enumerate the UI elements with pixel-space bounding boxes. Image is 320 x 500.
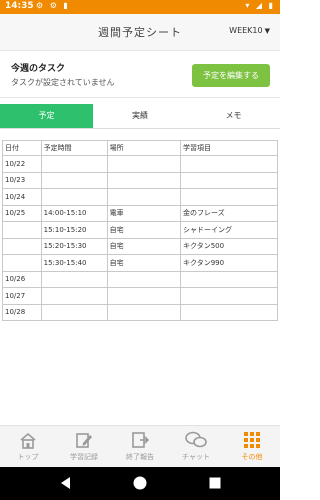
cell-time: [40, 155, 108, 173]
cell-subject: [180, 188, 278, 206]
status-icons-left: ⚙ ⚙ ▮: [36, 1, 70, 10]
cell-place: [106, 188, 182, 206]
cell-subject: [180, 270, 278, 288]
nav-item-report[interactable]: 終了報告: [112, 430, 168, 462]
edit-schedule-button[interactable]: 予定を編集する: [192, 64, 270, 87]
cell-subject: キクタン500: [180, 237, 278, 255]
home-icon: [0, 430, 56, 450]
recents-icon[interactable]: [207, 475, 223, 495]
cell-time: 14:00-15:10: [40, 204, 108, 222]
tab-memo[interactable]: メモ: [187, 104, 280, 128]
status-icons-right: ▾ ◢ ▮: [245, 1, 275, 10]
cell-time: [40, 188, 108, 206]
cell-place: [106, 287, 182, 305]
cell-time: [40, 171, 108, 189]
column-header-place: 場所: [106, 140, 182, 156]
cell-time: [40, 287, 108, 305]
cell-date: 10/22: [2, 155, 42, 173]
cell-subject: キクタン990: [180, 254, 278, 272]
caret-down-icon: ▼: [264, 27, 270, 35]
cell-place: 自宅: [106, 237, 182, 255]
week-label: WEEK10: [229, 26, 263, 35]
nav-label-top: トップ: [17, 453, 39, 461]
tab-schedule[interactable]: 予定: [0, 104, 93, 128]
cell-time: 15:30-15:40: [40, 254, 108, 272]
nav-item-study-log[interactable]: 学習記録: [56, 430, 112, 462]
cell-subject: [180, 287, 278, 305]
edit-note-icon: [56, 430, 112, 450]
cell-time: [40, 303, 108, 321]
grid-icon: [224, 430, 280, 450]
cell-date: [2, 254, 42, 272]
nav-item-chat[interactable]: チャット: [168, 430, 224, 462]
nav-label-other: その他: [241, 453, 263, 461]
cell-subject: シャドーイング: [180, 221, 278, 239]
bottom-nav: トップ 学習記録 終了報告 チャット その他: [0, 425, 280, 468]
cell-time: [40, 270, 108, 288]
table-row: 10/22: [2, 155, 278, 173]
home-button-icon[interactable]: [132, 475, 148, 495]
week-selector[interactable]: WEEK10 ▼: [229, 26, 270, 35]
cell-place: [106, 303, 182, 321]
column-header-time: 予定時間: [40, 140, 108, 156]
app-bar: 週間予定シート WEEK10 ▼: [0, 14, 280, 51]
table-row: 10/24: [2, 188, 278, 206]
cell-date: 10/27: [2, 287, 42, 305]
back-icon[interactable]: [58, 475, 74, 495]
table-row: 15:30-15:40 自宅 キクタン990: [2, 254, 278, 272]
column-header-subject: 学習項目: [180, 140, 278, 156]
cell-date: [2, 221, 42, 239]
cell-place: 電車: [106, 204, 182, 222]
table-row: 10/25 14:00-15:10 電車 金のフレーズ: [2, 204, 278, 222]
task-title: 今週のタスク: [11, 64, 66, 74]
table-row: 10/26: [2, 270, 278, 288]
cell-place: 自宅: [106, 221, 182, 239]
schedule-table: 日付 予定時間 場所 学習項目 10/22 10/23 10/24 10/25 …: [2, 140, 278, 321]
cell-time: 15:10-15:20: [40, 221, 108, 239]
nav-label-study-log: 学習記録: [70, 453, 98, 461]
table-header-row: 日付 予定時間 場所 学習項目: [2, 140, 278, 156]
nav-item-top[interactable]: トップ: [0, 430, 56, 462]
cell-place: [106, 155, 182, 173]
cell-subject: [180, 155, 278, 173]
cell-time: 15:20-15:30: [40, 237, 108, 255]
table-row: 10/28: [2, 303, 278, 321]
cell-date: 10/24: [2, 188, 42, 206]
nav-label-chat: チャット: [182, 453, 210, 461]
status-bar: 14:35 ⚙ ⚙ ▮ ▾ ◢ ▮: [0, 0, 280, 14]
cell-date: [2, 237, 42, 255]
column-header-date: 日付: [2, 140, 42, 156]
nav-label-report: 終了報告: [126, 453, 154, 461]
cell-date: 10/25: [2, 204, 42, 222]
table-row: 10/27: [2, 287, 278, 305]
system-nav-bar: [0, 467, 280, 500]
table-row: 15:20-15:30 自宅 キクタン500: [2, 237, 278, 255]
nav-item-other[interactable]: その他: [224, 430, 280, 462]
report-icon: [112, 430, 168, 450]
table-row: 10/23: [2, 171, 278, 189]
task-description: タスクが設定されていません: [11, 78, 115, 87]
cell-date: 10/28: [2, 303, 42, 321]
chat-icon: [168, 430, 224, 450]
status-time: 14:35: [5, 1, 34, 11]
cell-place: [106, 270, 182, 288]
cell-subject: [180, 171, 278, 189]
cell-subject: 金のフレーズ: [180, 204, 278, 222]
tab-bar: 予定 実績 メモ: [0, 104, 280, 129]
task-card: 今週のタスク タスクが設定されていません 予定を編集する: [0, 51, 280, 98]
table-row: 15:10-15:20 自宅 シャドーイング: [2, 221, 278, 239]
tab-results[interactable]: 実績: [93, 104, 187, 128]
cell-date: 10/23: [2, 171, 42, 189]
cell-subject: [180, 303, 278, 321]
cell-place: [106, 171, 182, 189]
cell-place: 自宅: [106, 254, 182, 272]
cell-date: 10/26: [2, 270, 42, 288]
